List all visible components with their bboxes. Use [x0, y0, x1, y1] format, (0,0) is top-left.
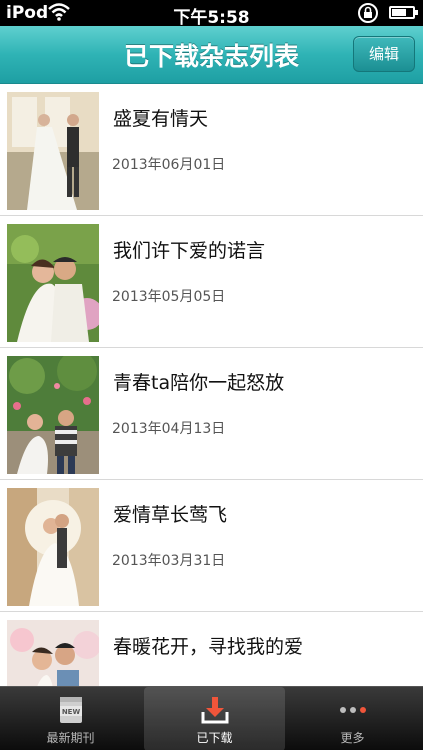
new-badge-text: NEW — [61, 708, 80, 716]
navigation-bar: 已下载杂志列表 编辑 — [0, 26, 423, 84]
tab-more[interactable]: 更多 — [282, 687, 423, 751]
magazine-cover-image — [7, 488, 99, 606]
list-item[interactable]: 爱情草长莺飞 2013年03月31日 — [0, 480, 423, 612]
magazine-cover-image — [7, 620, 99, 686]
tab-label: 已下载 — [196, 731, 233, 745]
tab-latest-issues[interactable]: NEW 最新期刊 — [0, 687, 141, 751]
magazine-date: 2013年04月13日 — [112, 421, 226, 437]
list-item[interactable]: 我们许下爱的诺言 2013年05月05日 — [0, 216, 423, 348]
magazine-cover-image — [7, 224, 99, 342]
tab-label: 最新期刊 — [46, 731, 95, 745]
magazine-title: 我们许下爱的诺言 — [113, 240, 266, 262]
magazine-title: 春暖花开，寻找我的爱 — [113, 636, 304, 658]
magazine-title: 爱情草长莺飞 — [113, 504, 228, 526]
battery-level — [392, 9, 406, 16]
list-item[interactable]: 青春ta陪你一起怒放 2013年04月13日 — [0, 348, 423, 480]
magazine-title: 青春ta陪你一起怒放 — [113, 372, 285, 394]
magazine-date: 2013年03月31日 — [112, 553, 226, 569]
download-icon — [200, 695, 230, 728]
magazine-title: 盛夏有情天 — [113, 108, 209, 130]
list-item[interactable]: 春暖花开，寻找我的爱 — [0, 612, 423, 686]
magazine-cover-image — [7, 92, 99, 210]
magazine-date: 2013年06月01日 — [112, 157, 226, 173]
new-issue-icon: NEW — [56, 695, 86, 728]
battery-icon — [389, 6, 418, 19]
magazine-date: 2013年05月05日 — [112, 289, 226, 305]
list-item[interactable]: 盛夏有情天 2013年06月01日 — [0, 84, 423, 216]
magazine-cover-image — [7, 356, 99, 474]
edit-button[interactable]: 编辑 — [353, 36, 415, 72]
status-bar: iPod 下午5:58 — [0, 0, 423, 29]
rotation-lock-icon — [357, 2, 379, 29]
tab-label: 更多 — [340, 731, 365, 745]
tab-bar: NEW 最新期刊 已下载 更多 — [0, 686, 423, 751]
tab-downloaded[interactable]: 已下载 — [144, 687, 285, 751]
more-dots-icon — [337, 695, 369, 728]
downloaded-magazine-list[interactable]: 盛夏有情天 2013年06月01日 我们许下爱的诺言 2013年05月05日 青… — [0, 84, 423, 686]
